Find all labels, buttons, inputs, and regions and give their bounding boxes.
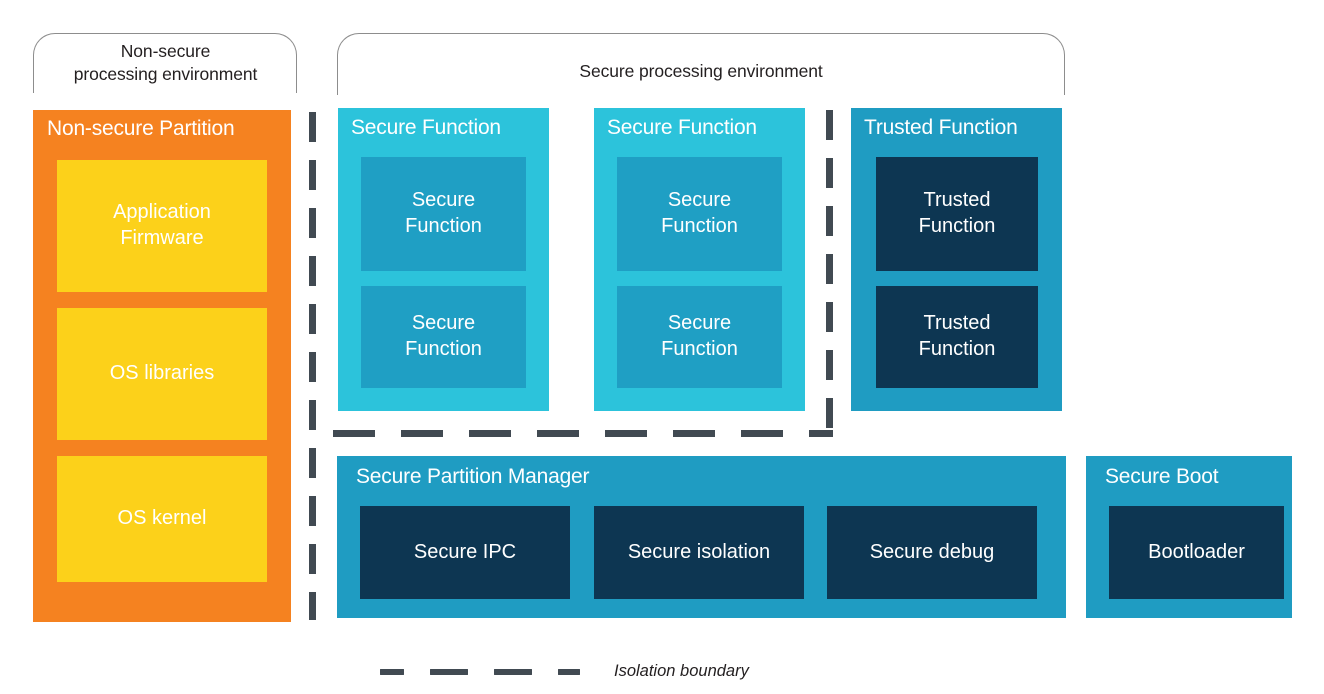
trusted-function-item-1-line1: Trusted [923,189,991,212]
secure-function-1-item-1: Secure Function [361,157,526,271]
spm-item-secure-debug: Secure debug [827,506,1037,599]
legend-dash-2 [430,668,468,675]
secure-environment-label-line1: Secure processing environment [579,61,823,81]
bootloader-label: Bootloader [1148,540,1245,563]
secure-partition-manager-title: Secure Partition Manager [356,465,590,488]
isolation-boundary-vertical-middle [826,110,833,435]
trusted-function-item-2-line1: Trusted [923,312,991,335]
secure-function-1-item-1-line1: Secure [411,189,476,212]
legend-dash-3 [494,668,532,675]
non-secure-item-os-libraries: OS libraries [57,308,267,440]
secure-function-1-item-2: Secure Function [361,286,526,388]
non-secure-partition-title: Non-secure Partition [47,117,235,140]
non-secure-item-application-firmware: Application Firmware [57,160,267,292]
secure-function-1-item-2-line2: Function [405,338,482,360]
secure-function-2-item-1: Secure Function [617,157,782,271]
trusted-function-item-2: Trusted Function [876,286,1038,388]
legend-dash-4 [558,668,580,675]
trusted-function-item-1: Trusted Function [876,157,1038,271]
secure-boot-title: Secure Boot [1105,465,1219,488]
non-secure-environment-label: Non-secure processing environment [18,40,313,86]
spm-item-secure-debug-label: Secure debug [869,540,995,563]
isolation-boundary-vertical-left [309,112,316,620]
isolation-boundary-horizontal [333,430,833,437]
secure-function-2-item-2: Secure Function [617,286,782,388]
non-secure-partition-panel: Non-secure Partition Application Firmwar… [33,110,291,622]
trusted-function-panel: Trusted Function Trusted Function Truste… [851,108,1062,411]
spm-item-secure-isolation: Secure isolation [594,506,804,599]
spm-item-secure-ipc: Secure IPC [360,506,570,599]
secure-partition-manager-panel: Secure Partition Manager Secure IPC Secu… [337,456,1066,618]
secure-function-panel-1: Secure Function Secure Function Secure F… [338,108,549,411]
os-libraries-label: OS libraries [109,362,215,385]
secure-boot-panel: Secure Boot Bootloader [1086,456,1292,618]
secure-function-panel-2-title: Secure Function [607,116,757,139]
secure-function-1-item-2-line1: Secure [411,312,476,335]
legend-label: Isolation boundary [614,662,749,680]
secure-function-2-item-2-line2: Function [661,338,738,360]
trusted-function-item-2-line2: Function [918,338,996,360]
secure-function-2-item-1-line1: Secure [667,189,732,212]
trusted-function-item-1-line2: Function [918,215,996,237]
non-secure-item-os-kernel: OS kernel [57,456,267,582]
spm-item-secure-ipc-label: Secure IPC [413,540,517,563]
secure-function-panel-2: Secure Function Secure Function Secure F… [594,108,805,411]
application-firmware-label-line2: Firmware [120,227,204,249]
non-secure-environment-label-line1: Non-secure [120,41,211,61]
legend: Isolation boundary [380,662,749,681]
spm-item-secure-isolation-label: Secure isolation [627,540,771,563]
secure-function-2-item-1-line2: Function [661,215,738,237]
legend-dash-1 [380,668,404,675]
secure-function-1-item-1-line2: Function [405,215,482,237]
secure-function-panel-1-title: Secure Function [351,116,501,139]
os-kernel-label: OS kernel [117,507,207,530]
secure-function-2-item-2-line1: Secure [667,312,732,335]
trusted-function-panel-title: Trusted Function [864,116,1018,139]
application-firmware-label-line1: Application [113,201,211,224]
secure-boot-item-bootloader: Bootloader [1109,506,1284,599]
non-secure-environment-label-line2: processing environment [73,63,258,84]
secure-environment-label: Secure processing environment [337,60,1065,83]
